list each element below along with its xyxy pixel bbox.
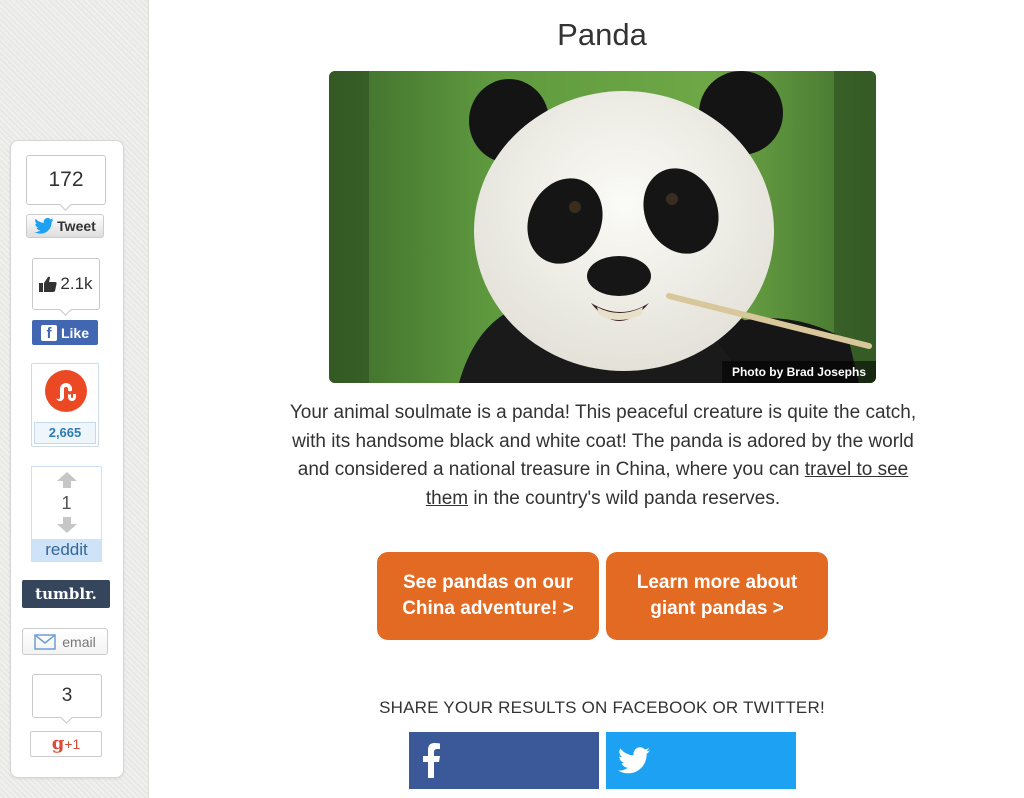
twitter-share-button[interactable] bbox=[606, 732, 796, 789]
result-description: Your animal soulmate is a panda! This pe… bbox=[283, 399, 923, 513]
page-title: Panda bbox=[557, 17, 647, 52]
facebook-like-label: Like bbox=[60, 324, 89, 341]
gplus-button[interactable]: g+1 bbox=[30, 731, 102, 757]
email-label: email bbox=[62, 633, 96, 650]
thumbs-up-icon bbox=[39, 276, 58, 292]
panda-photo: Photo by Brad Josephs bbox=[329, 71, 876, 383]
facebook-like-count: 2.1k bbox=[32, 258, 100, 310]
gplus-label: +1 bbox=[64, 736, 81, 752]
social-share-sidebar: 172 Tweet 2.1k f Like 2,665 1 reddit tum… bbox=[10, 140, 124, 778]
facebook-share-button[interactable] bbox=[409, 732, 599, 789]
reddit-button[interactable]: reddit bbox=[32, 539, 101, 561]
twitter-bird-icon bbox=[34, 218, 54, 234]
downvote-arrow-icon[interactable] bbox=[57, 517, 77, 533]
envelope-icon bbox=[34, 633, 57, 650]
email-button[interactable]: email bbox=[22, 628, 108, 655]
share-results-heading: SHARE YOUR RESULTS ON FACEBOOK OR TWITTE… bbox=[379, 698, 825, 717]
stumbleupon-count: 2,665 bbox=[34, 422, 96, 444]
tweet-label: Tweet bbox=[57, 218, 96, 234]
china-adventure-button[interactable]: See pandas on our China adventure! > bbox=[377, 552, 599, 640]
photo-credit: Photo by Brad Josephs bbox=[721, 361, 876, 383]
facebook-like-button[interactable]: f Like bbox=[32, 320, 98, 345]
panda-illustration bbox=[329, 71, 876, 383]
facebook-f-icon bbox=[423, 743, 440, 778]
facebook-like-count-value: 2.1k bbox=[60, 274, 93, 293]
stumbleupon-icon bbox=[45, 370, 87, 412]
reddit-score: 1 bbox=[61, 493, 72, 513]
china-adventure-label: See pandas on our China adventure! > bbox=[402, 572, 574, 619]
tweet-count: 172 bbox=[26, 155, 106, 205]
description-text-end: in the country's wild panda reserves. bbox=[468, 487, 781, 509]
facebook-f-icon: f bbox=[40, 324, 57, 342]
learn-more-pandas-label: Learn more about giant pandas > bbox=[636, 572, 798, 619]
google-g-icon: g bbox=[51, 733, 65, 754]
upvote-arrow-icon[interactable] bbox=[57, 472, 77, 488]
tweet-count-value: 172 bbox=[48, 168, 84, 191]
tweet-button[interactable]: Tweet bbox=[26, 214, 104, 238]
tumblr-button[interactable]: tumblr. bbox=[22, 580, 110, 608]
twitter-bird-icon bbox=[618, 747, 650, 774]
reddit-widget: 1 reddit bbox=[31, 466, 102, 562]
stumbleupon-widget[interactable]: 2,665 bbox=[31, 363, 99, 447]
learn-more-pandas-button[interactable]: Learn more about giant pandas > bbox=[606, 552, 828, 640]
